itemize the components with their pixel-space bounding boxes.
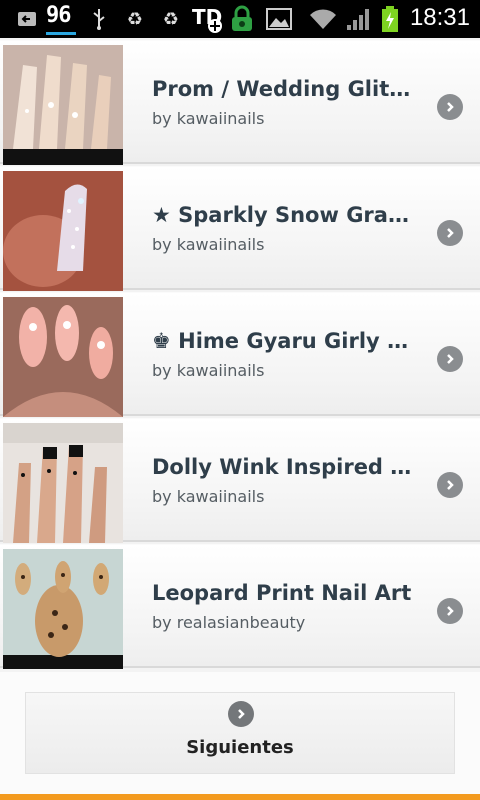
video-title: Dolly Wink Inspired Nail Art [152, 455, 418, 479]
bottom-accent-bar [0, 794, 480, 800]
video-item[interactable]: Dolly Wink Inspired Nail Art by kawaiina… [0, 418, 480, 543]
video-author: by kawaiinails [152, 109, 265, 128]
next-page-label: Siguientes [186, 737, 294, 758]
video-thumbnail [3, 171, 123, 291]
chevron-right-icon[interactable] [437, 472, 463, 498]
video-item[interactable]: ♚ Hime Gyaru Girly Nail Art by kawaiinai… [0, 292, 480, 417]
notification-underline [46, 32, 76, 35]
video-thumbnail [3, 549, 123, 669]
next-page-button[interactable]: Siguientes [25, 692, 455, 774]
clock: 18:31 [409, 4, 470, 31]
video-item[interactable]: Leopard Print Nail Art by realasianbeaut… [0, 544, 480, 669]
chevron-right-icon[interactable] [437, 598, 463, 624]
video-thumbnail [3, 297, 123, 417]
video-author: by kawaiinails [152, 487, 265, 506]
video-item[interactable]: Prom / Wedding Glitzy Nail Art by kawaii… [0, 40, 480, 165]
load-more-area: Siguientes [0, 672, 480, 794]
video-title: Prom / Wedding Glitzy Nail Art [152, 77, 418, 101]
status-bar: 96 ♻ ♻ TD 18:31 [0, 0, 480, 38]
video-author: by kawaiinails [152, 235, 265, 254]
chevron-right-icon[interactable] [437, 94, 463, 120]
chevron-right-icon[interactable] [437, 346, 463, 372]
video-title: ♚ Hime Gyaru Girly Nail Art [152, 329, 418, 353]
chevron-right-icon[interactable] [437, 220, 463, 246]
signal-icon [344, 6, 374, 32]
lock-icon [228, 5, 256, 32]
td-plus-icon: TD [190, 5, 224, 33]
video-author: by kawaiinails [152, 361, 265, 380]
chevron-right-icon [228, 701, 254, 727]
usb-icon [88, 6, 110, 32]
video-thumbnail [3, 45, 123, 165]
recycle-icon-2: ♻ [162, 8, 180, 30]
video-item[interactable]: ★ Sparkly Snow Gradient Nails by kawaiin… [0, 166, 480, 291]
back-arrow-icon [14, 6, 40, 32]
video-title: ★ Sparkly Snow Gradient Nails [152, 203, 418, 227]
notification-count: 96 [46, 3, 71, 28]
video-title: Leopard Print Nail Art [152, 581, 412, 605]
recycle-icon: ♻ [126, 8, 144, 30]
wifi-icon [308, 6, 338, 32]
video-thumbnail [3, 423, 123, 543]
battery-charging-icon [378, 6, 402, 32]
video-author: by realasianbeauty [152, 613, 306, 632]
image-icon [264, 6, 294, 32]
